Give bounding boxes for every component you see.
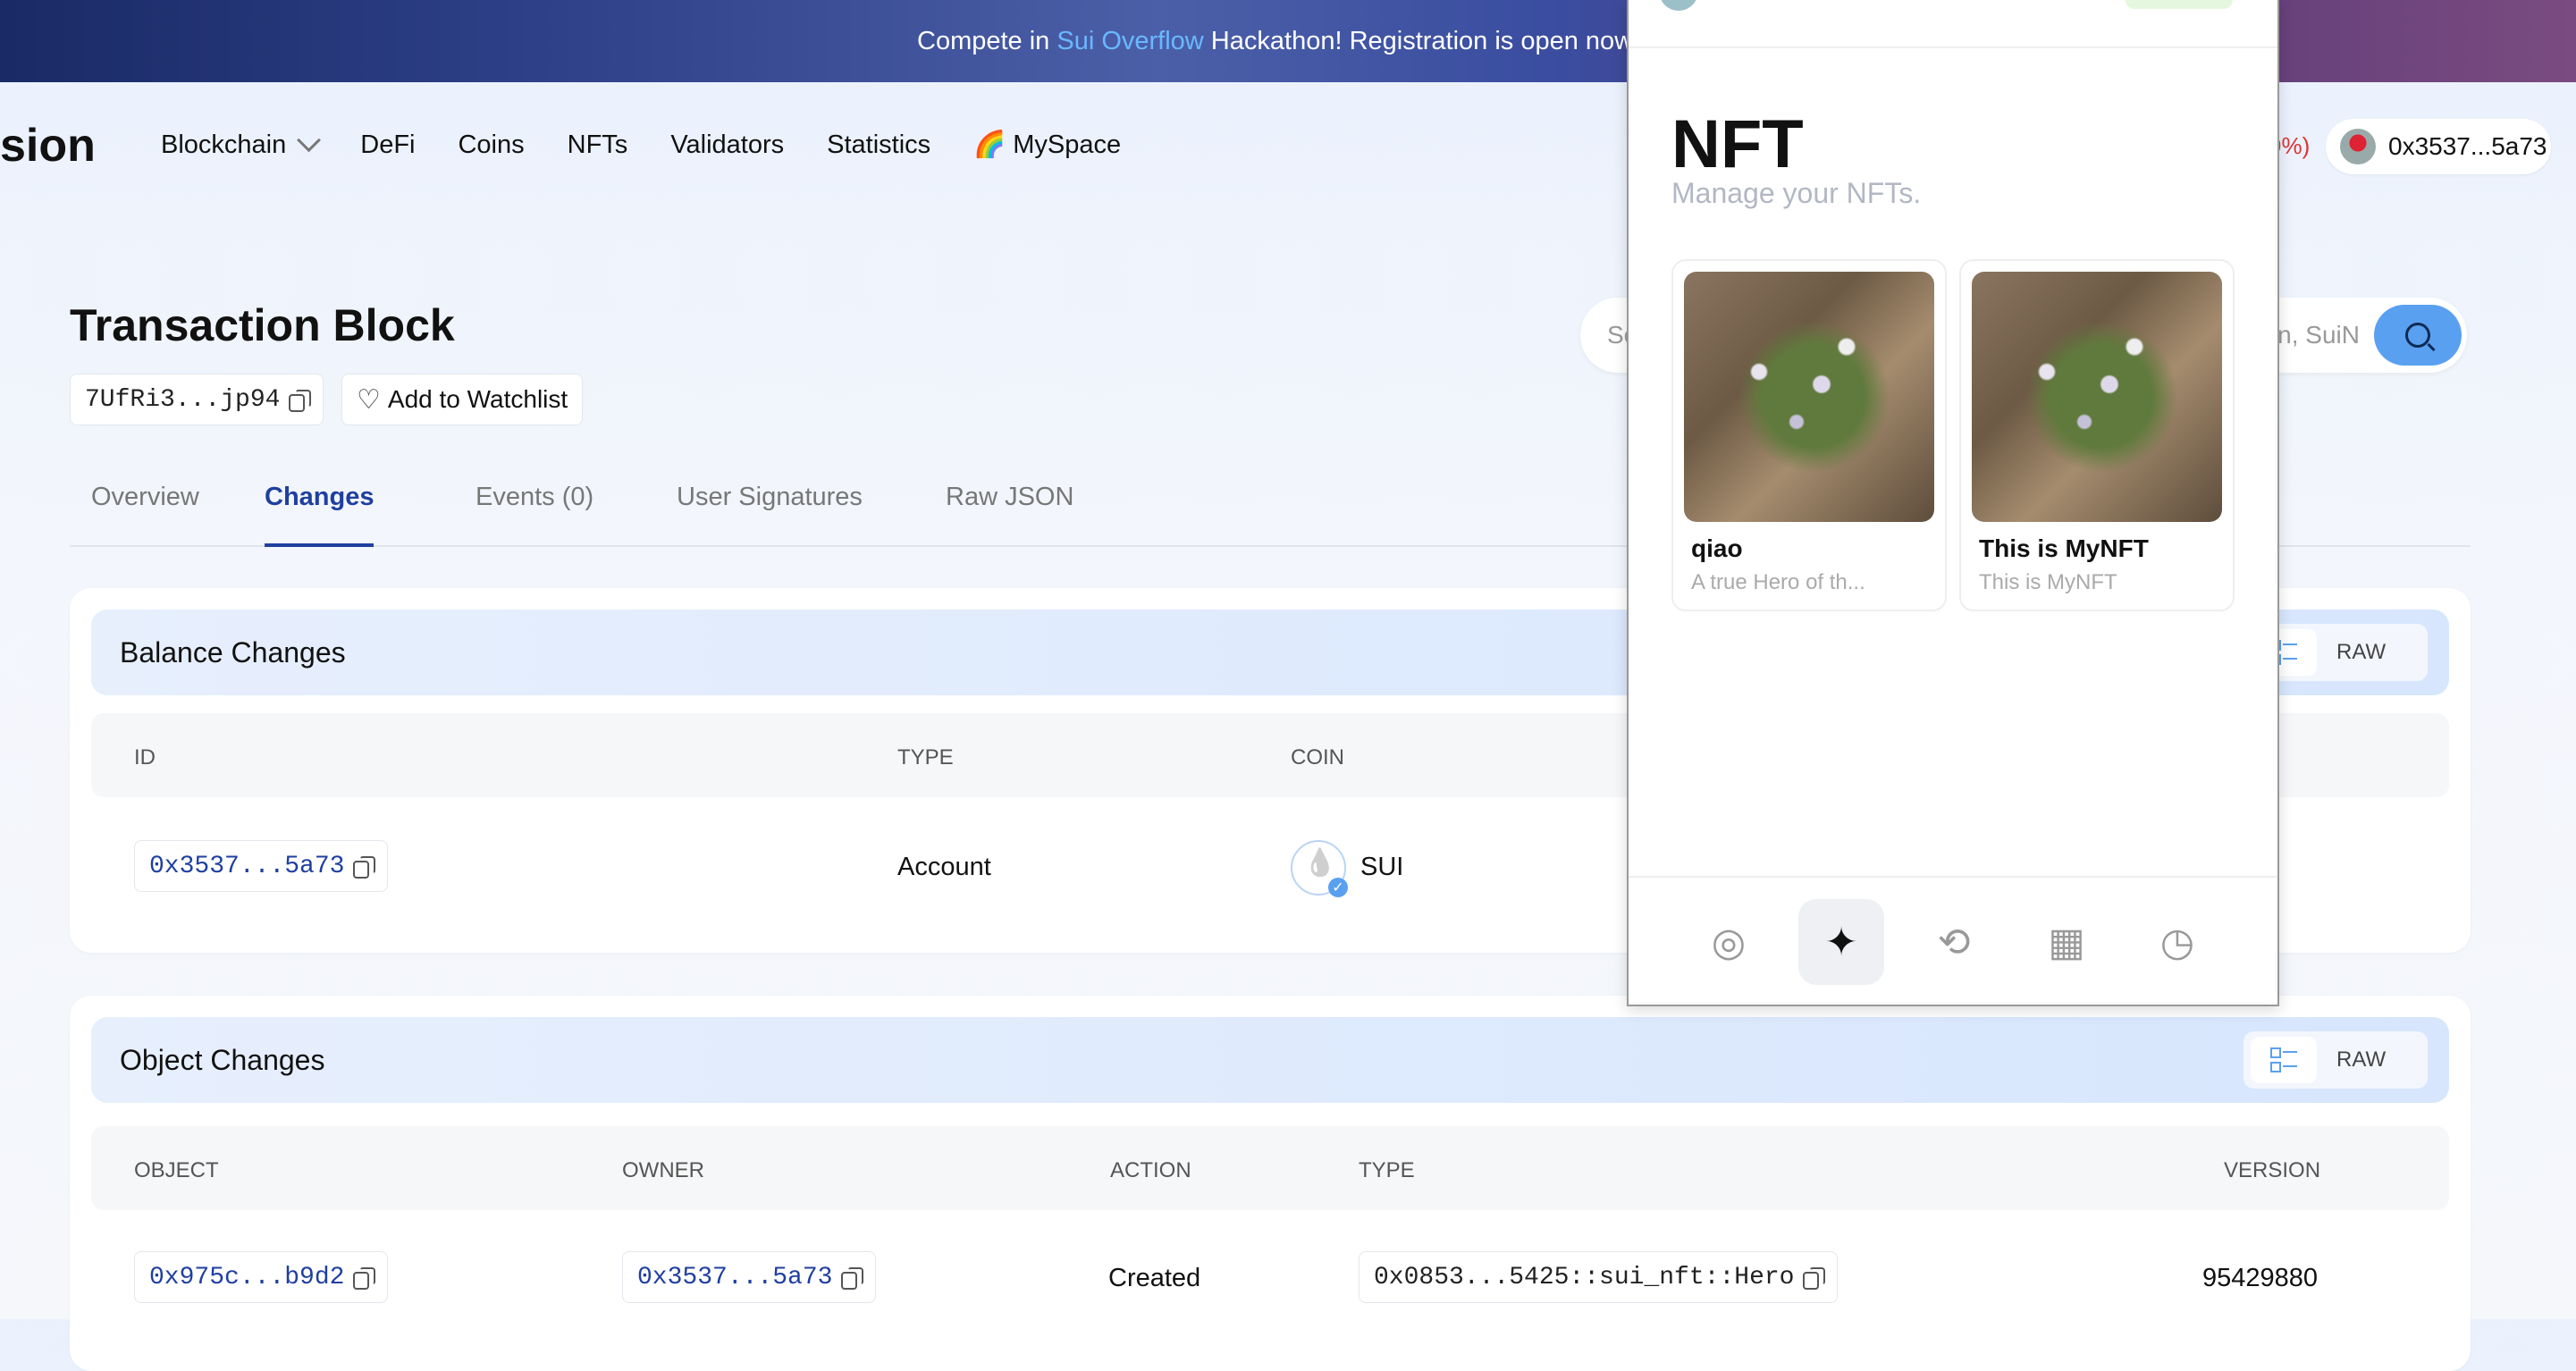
table-header: OBJECT OWNER ACTION TYPE VERSION bbox=[91, 1126, 2449, 1210]
history-icon: ◷ bbox=[2159, 920, 2195, 964]
list-icon bbox=[2270, 1047, 2297, 1072]
nav-defi[interactable]: DeFi bbox=[360, 130, 415, 160]
wallet-topbar bbox=[1629, 0, 2277, 48]
nft-image bbox=[1684, 272, 1934, 522]
swap-icon: ⟲ bbox=[1937, 920, 1971, 964]
object-changes-card: Object Changes RAW OBJECT OWNER ACTION T… bbox=[70, 996, 2471, 1371]
search-button[interactable] bbox=[2374, 305, 2462, 366]
balance-type: Account bbox=[897, 853, 991, 881]
copy-icon[interactable] bbox=[289, 390, 312, 412]
sui-coin-icon: ✓ bbox=[1291, 840, 1348, 897]
nft-card[interactable]: qiao A true Hero of th... bbox=[1671, 259, 1947, 611]
tab-raw-json[interactable]: Raw JSON bbox=[946, 483, 1073, 543]
heart-icon: ♡ bbox=[357, 384, 381, 415]
nav-coins[interactable]: Coins bbox=[458, 130, 524, 160]
banner-link[interactable]: Sui Overflow bbox=[1056, 27, 1203, 55]
nav-validators[interactable]: Validators bbox=[670, 130, 784, 160]
copy-icon[interactable] bbox=[1803, 1267, 1826, 1290]
copy-icon[interactable] bbox=[353, 856, 376, 879]
section-title: Object Changes bbox=[120, 1044, 325, 1076]
sparkle-icon: ✦ bbox=[1824, 920, 1858, 964]
owner-address-chip[interactable]: 0x3537...5a73 bbox=[622, 1251, 877, 1303]
object-changes-header: Object Changes RAW bbox=[91, 1017, 2449, 1103]
wallet-footer-nav: ◎ ✦ ⟲ ▦ ◷ bbox=[1629, 876, 2277, 1006]
tab-user-signatures[interactable]: User Signatures bbox=[677, 483, 863, 543]
coin-name: SUI bbox=[1360, 853, 1404, 881]
nft-card[interactable]: This is MyNFT This is MyNFT bbox=[1959, 259, 2235, 611]
banner-text: Compete in Sui Overflow Hackathon! Regis… bbox=[917, 27, 1641, 55]
rainbow-icon: 🌈 bbox=[973, 130, 1006, 159]
nft-image bbox=[1972, 272, 2222, 522]
tab-overview[interactable]: Overview bbox=[91, 483, 199, 543]
chevron-down-icon bbox=[297, 127, 322, 152]
digest-chip[interactable]: 7UfRi3...jp94 bbox=[70, 374, 324, 425]
coins-icon: ◎ bbox=[1711, 920, 1747, 964]
nft-name: qiao bbox=[1691, 534, 1743, 562]
section-title: Balance Changes bbox=[120, 636, 346, 669]
tab-events[interactable]: Events (0) bbox=[476, 483, 593, 543]
raw-view-button[interactable]: RAW bbox=[2336, 1047, 2386, 1072]
wallet-popup: NFT Manage your NFTs. qiao A true Hero o… bbox=[1627, 0, 2279, 1006]
wallet-title: NFT bbox=[1671, 106, 1804, 182]
page-title: Transaction Block bbox=[70, 300, 455, 350]
apps-icon: ▦ bbox=[2048, 920, 2085, 964]
avatar bbox=[2340, 129, 2376, 164]
nft-description: This is MyNFT bbox=[1979, 570, 2117, 594]
brand-logo-text[interactable]: sion bbox=[0, 119, 96, 172]
account-avatar[interactable] bbox=[1659, 0, 1698, 11]
nft-description: A true Hero of th... bbox=[1691, 570, 1865, 594]
main-nav: Blockchain DeFi Coins NFTs Validators St… bbox=[161, 127, 1164, 160]
swap-tab[interactable]: ⟲ bbox=[1911, 899, 1997, 985]
raw-view-button[interactable]: RAW bbox=[2336, 640, 2386, 665]
view-toggle: RAW bbox=[2243, 1031, 2428, 1089]
tab-changes[interactable]: Changes bbox=[265, 483, 375, 547]
copy-icon[interactable] bbox=[841, 1267, 864, 1290]
object-type-chip[interactable]: 0x0853...5425::sui_nft::Hero bbox=[1359, 1251, 1839, 1303]
nav-statistics[interactable]: Statistics bbox=[827, 130, 930, 160]
nav-nfts[interactable]: NFTs bbox=[568, 130, 628, 160]
list-view-button[interactable] bbox=[2251, 1037, 2317, 1083]
search-icon bbox=[2405, 323, 2430, 348]
coins-tab[interactable]: ◎ bbox=[1686, 899, 1772, 985]
nft-name: This is MyNFT bbox=[1979, 534, 2149, 562]
apps-tab[interactable]: ▦ bbox=[2024, 899, 2109, 985]
object-id-chip[interactable]: 0x975c...b9d2 bbox=[134, 1251, 389, 1303]
account-address-chip[interactable]: 0x3537...5a73 bbox=[134, 840, 389, 892]
copy-icon[interactable] bbox=[353, 1267, 376, 1290]
nav-myspace[interactable]: 🌈 MySpace bbox=[973, 130, 1121, 160]
nft-tab[interactable]: ✦ bbox=[1798, 899, 1884, 985]
nav-blockchain[interactable]: Blockchain bbox=[161, 127, 322, 160]
wallet-subtitle: Manage your NFTs. bbox=[1671, 177, 1922, 209]
object-version: 95429880 bbox=[2202, 1264, 2319, 1292]
history-tab[interactable]: ◷ bbox=[2134, 899, 2220, 985]
verified-check-icon: ✓ bbox=[1328, 878, 1348, 897]
add-to-watchlist-button[interactable]: ♡ Add to Watchlist bbox=[341, 374, 584, 425]
wallet-address-button[interactable]: 0x3537...5a73 bbox=[2326, 119, 2551, 174]
network-badge[interactable] bbox=[2126, 0, 2233, 9]
object-action: Created bbox=[1108, 1264, 1201, 1292]
